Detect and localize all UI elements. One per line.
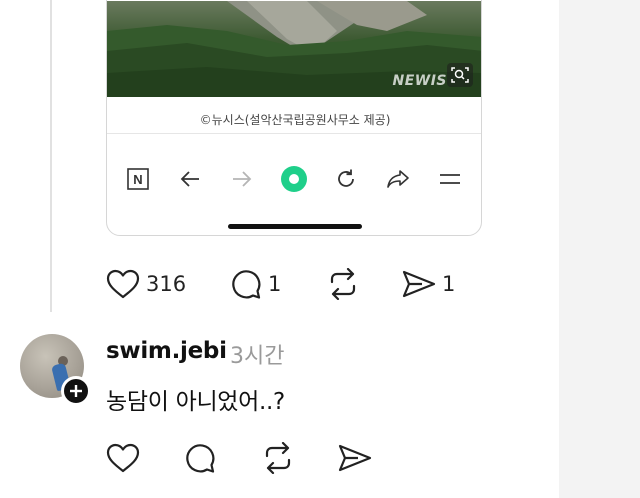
mountain-photo[interactable]: NEWIS: [107, 1, 481, 97]
share-count: 1: [442, 272, 456, 296]
menu-icon[interactable]: [435, 159, 465, 199]
reply-text: 농담이 아니었어..?: [106, 389, 285, 415]
naver-n-icon[interactable]: N: [123, 159, 153, 199]
send-icon: [338, 444, 372, 472]
comment-button[interactable]: 1: [230, 266, 281, 302]
right-gutter: [559, 0, 640, 498]
naver-n-label: N: [133, 172, 142, 187]
forward-arrow-icon[interactable]: [227, 159, 257, 199]
divider: [107, 133, 481, 134]
home-indicator: [228, 224, 362, 229]
reply-repost-button[interactable]: [261, 440, 295, 476]
reply-timestamp: 3시간: [230, 344, 285, 369]
reply-username[interactable]: swim.jebi: [106, 338, 227, 364]
share-icon[interactable]: [383, 159, 413, 199]
news-watermark: NEWIS: [392, 73, 447, 89]
heart-icon: [106, 443, 140, 473]
zoom-icon[interactable]: [447, 63, 473, 87]
share-button[interactable]: 1: [402, 266, 455, 302]
comment-count: 1: [268, 272, 282, 296]
photo-caption: ©뉴시스(설악산국립공원사무소 제공): [199, 113, 391, 127]
refresh-icon[interactable]: [331, 159, 361, 199]
comment-icon: [232, 270, 261, 299]
send-icon: [402, 270, 436, 298]
threads-feed: NEWIS ©뉴시스(설악산국립공원사무소 제공) N 316 1 1 swim…: [0, 0, 640, 498]
repost-button[interactable]: [326, 266, 360, 302]
green-dot-icon[interactable]: [279, 159, 309, 199]
heart-icon: [106, 269, 140, 299]
embedded-screenshot-card[interactable]: NEWIS ©뉴시스(설악산국립공원사무소 제공) N: [106, 0, 482, 236]
back-arrow-icon[interactable]: [175, 159, 205, 199]
reply-like-button[interactable]: [106, 440, 140, 476]
reply-share-button[interactable]: [338, 440, 372, 476]
repost-icon: [330, 268, 356, 300]
reply-comment-button[interactable]: [184, 440, 216, 476]
follow-plus-icon[interactable]: [61, 376, 91, 406]
repost-icon: [265, 442, 291, 474]
thread-connector-line: [50, 0, 52, 312]
comment-icon: [186, 444, 215, 473]
browser-toolbar: N: [107, 159, 481, 199]
like-count: 316: [146, 272, 187, 296]
like-button[interactable]: 316: [106, 266, 186, 302]
